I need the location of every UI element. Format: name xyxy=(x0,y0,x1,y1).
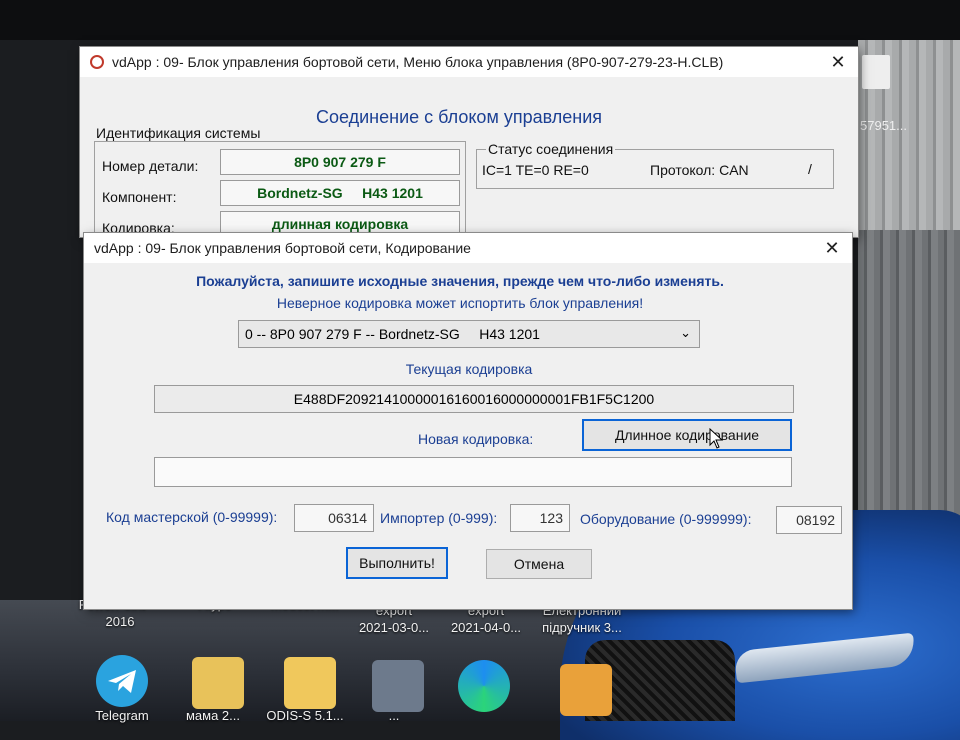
control-unit-select[interactable]: 0 -- 8P0 907 279 F -- Bordnetz-SG H43 12… xyxy=(238,320,700,348)
control-unit-menu-window: vdApp : 09- Блок управления бортовой сет… xyxy=(80,47,858,241)
odis-app-icon[interactable] xyxy=(372,660,424,712)
connection-heading: Соединение с блоком управления xyxy=(316,107,602,127)
component-field: Bordnetz-SG H43 1201 xyxy=(220,180,460,206)
long-coding-button[interactable]: Длинное кодирование xyxy=(582,419,792,451)
close-icon[interactable]: ✕ xyxy=(818,52,858,73)
workshop-code-label: Код мастерской (0-99999): xyxy=(106,509,278,525)
status-slash: / xyxy=(808,161,812,177)
equipment-label: Оборудование (0-999999): xyxy=(580,511,752,527)
protocol-text: Протокол: CAN xyxy=(650,162,749,178)
monitor-bezel xyxy=(0,0,960,40)
cancel-button[interactable]: Отмена xyxy=(486,549,592,579)
new-coding-input[interactable] xyxy=(154,457,792,487)
telegram-icon[interactable] xyxy=(96,655,148,707)
desktop-item-label[interactable]: 2021-03-0... xyxy=(344,620,444,635)
equipment-field[interactable]: 08192 xyxy=(776,506,842,534)
control-unit-select-value: 0 -- 8P0 907 279 F -- Bordnetz-SG H43 12… xyxy=(245,326,540,342)
desktop-file-icon[interactable] xyxy=(862,55,890,89)
status-section-label: Статус соединения xyxy=(486,141,616,157)
dialog-titlebar[interactable]: vdApp : 09- Блок управления бортовой сет… xyxy=(84,233,852,263)
desktop-item-label[interactable]: підручник 3... xyxy=(532,620,632,635)
vdapp-logo-icon xyxy=(90,55,104,69)
folder-icon[interactable] xyxy=(192,657,244,709)
warning-line-2: Неверное кодировка может испортить блок … xyxy=(276,295,644,311)
new-coding-label: Новая кодировка: xyxy=(418,431,534,447)
chevron-down-icon[interactable]: ⌄ xyxy=(680,325,691,341)
importer-field[interactable]: 123 xyxy=(510,504,570,532)
workshop-code-field[interactable]: 06314 xyxy=(294,504,374,532)
desktop-item-label[interactable]: 2021-04-0... xyxy=(436,620,536,635)
current-coding-field: E488DF20921410000016160016000000001FB1F5… xyxy=(154,385,794,413)
warning-line-1: Пожалуйста, запишите исходные значения, … xyxy=(196,273,724,289)
component-label: Компонент: xyxy=(102,189,177,205)
importer-label: Импортер (0-999): xyxy=(380,510,498,526)
main-window-titlebar[interactable]: vdApp : 09- Блок управления бортовой сет… xyxy=(80,47,858,77)
main-window-title: vdApp : 09- Блок управления бортовой сет… xyxy=(112,54,724,70)
desktop-file-label: 57951... xyxy=(860,118,907,133)
close-icon[interactable]: ✕ xyxy=(812,238,852,259)
mouse-cursor-icon xyxy=(709,428,724,449)
ident-section-label: Идентификация системы xyxy=(96,125,261,141)
current-coding-label: Текущая кодировка xyxy=(405,361,533,377)
status-ic-text: IC=1 TE=0 RE=0 xyxy=(482,162,589,178)
desktop-item-label[interactable]: 2016 xyxy=(70,614,170,629)
execute-button[interactable]: Выполнить! xyxy=(346,547,448,579)
part-number-label: Номер детали: xyxy=(102,158,199,174)
chrome-shortcut-icon[interactable] xyxy=(560,664,612,716)
part-number-field: 8P0 907 279 F xyxy=(220,149,460,175)
coding-dialog: vdApp : 09- Блок управления бортовой сет… xyxy=(84,233,852,609)
dialog-title: vdApp : 09- Блок управления бортовой сет… xyxy=(94,240,471,256)
folder-icon[interactable] xyxy=(284,657,336,709)
edge-browser-icon[interactable] xyxy=(458,660,510,712)
